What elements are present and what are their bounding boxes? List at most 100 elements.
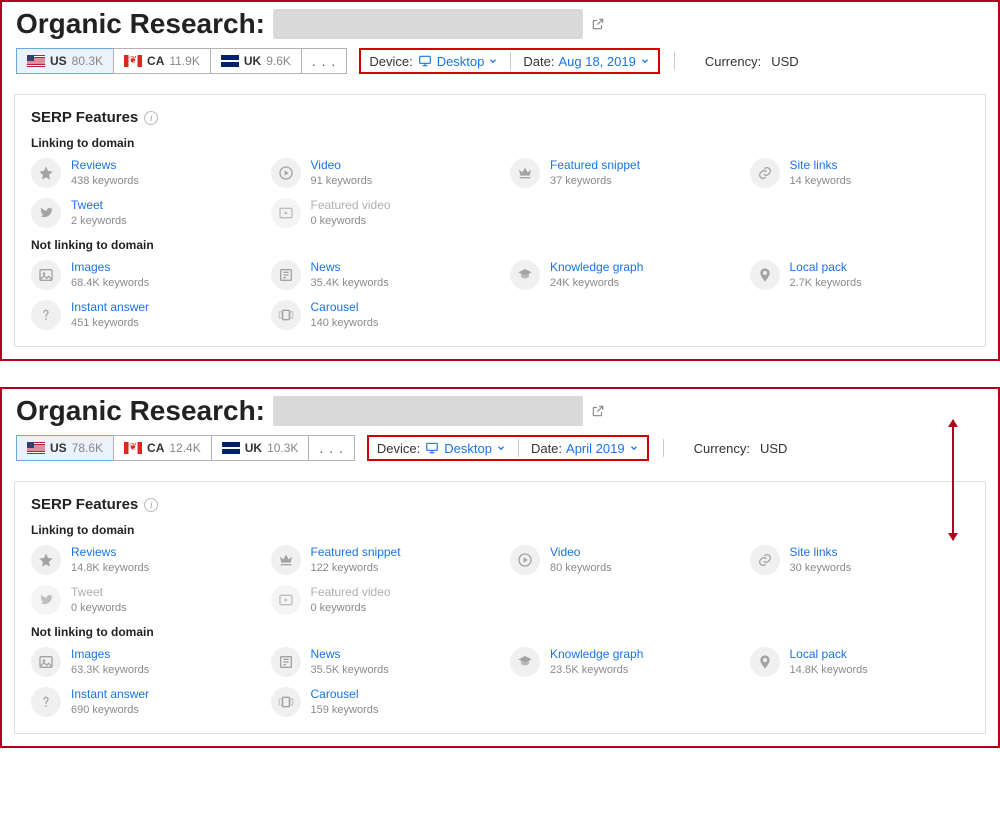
country-count: 11.9K <box>169 54 199 68</box>
news-icon <box>271 647 301 677</box>
date-selector[interactable]: Aug 18, 2019 <box>558 54 649 69</box>
feature-name: Featured video <box>311 198 391 214</box>
monitor-icon <box>424 441 440 455</box>
more-countries-button[interactable]: . . . <box>301 48 347 74</box>
feature-playbox[interactable]: Featured video 0 keywords <box>271 198 491 228</box>
feature-name: Images <box>71 647 149 663</box>
link-icon <box>750 545 780 575</box>
feature-play[interactable]: Video 80 keywords <box>510 545 730 575</box>
feature-name: Carousel <box>311 300 379 316</box>
device-label: Device: <box>369 54 412 69</box>
domain-input[interactable] <box>273 396 583 426</box>
play-icon <box>510 545 540 575</box>
feature-name: Knowledge graph <box>550 260 643 276</box>
feature-crown[interactable]: Featured snippet 122 keywords <box>271 545 491 575</box>
feature-twitter[interactable]: Tweet 2 keywords <box>31 198 251 228</box>
feature-name: Featured snippet <box>311 545 401 561</box>
grad-icon <box>510 647 540 677</box>
flag-ca-icon <box>124 442 142 454</box>
feature-sub: 0 keywords <box>311 214 391 228</box>
feature-news[interactable]: News 35.4K keywords <box>271 260 491 290</box>
feature-news[interactable]: News 35.5K keywords <box>271 647 491 677</box>
feature-sub: 451 keywords <box>71 316 149 330</box>
country-tab-ca[interactable]: CA 12.4K <box>113 435 212 461</box>
chevron-down-icon <box>640 56 650 66</box>
currency-value: USD <box>771 54 798 69</box>
pin-icon <box>750 260 780 290</box>
country-code: US <box>50 441 67 455</box>
feature-sub: 35.4K keywords <box>311 276 389 290</box>
info-icon[interactable]: i <box>144 111 158 125</box>
serp-features-title: SERP Features <box>31 109 138 126</box>
feature-pin[interactable]: Local pack 14.8K keywords <box>750 647 970 677</box>
feature-crown[interactable]: Featured snippet 37 keywords <box>510 158 730 188</box>
flag-uk-icon <box>221 55 239 67</box>
feature-name: Tweet <box>71 198 127 214</box>
serp-features-title: SERP Features <box>31 496 138 513</box>
feature-name: Knowledge graph <box>550 647 643 663</box>
country-tab-uk[interactable]: UK 10.3K <box>211 435 310 461</box>
twitter-icon <box>31 198 61 228</box>
feature-question[interactable]: Instant answer 451 keywords <box>31 300 251 330</box>
separator <box>518 439 519 457</box>
domain-input[interactable] <box>273 9 583 39</box>
country-count: 78.6K <box>72 441 103 455</box>
date-label: Date: <box>523 54 554 69</box>
country-count: 12.4K <box>169 441 200 455</box>
feature-carousel[interactable]: Carousel 159 keywords <box>271 687 491 717</box>
separator <box>663 439 664 457</box>
country-count: 80.3K <box>72 54 103 68</box>
feature-image[interactable]: Images 63.3K keywords <box>31 647 251 677</box>
playbox-icon <box>271 198 301 228</box>
feature-name: Video <box>550 545 612 561</box>
feature-carousel[interactable]: Carousel 140 keywords <box>271 300 491 330</box>
separator <box>674 52 675 70</box>
feature-link[interactable]: Site links 30 keywords <box>750 545 970 575</box>
currency-label: Currency: <box>694 441 750 456</box>
feature-grad[interactable]: Knowledge graph 24K keywords <box>510 260 730 290</box>
flag-ca-icon <box>124 55 142 67</box>
more-countries-button[interactable]: . . . <box>308 435 354 461</box>
serp-features-card: SERP Features i Linking to domain Review… <box>14 481 986 734</box>
info-icon[interactable]: i <box>144 498 158 512</box>
feature-twitter[interactable]: Tweet 0 keywords <box>31 585 251 615</box>
device-selector[interactable]: Desktop <box>424 441 506 456</box>
feature-name: News <box>311 260 389 276</box>
feature-question[interactable]: Instant answer 690 keywords <box>31 687 251 717</box>
feature-sub: 438 keywords <box>71 174 139 188</box>
feature-link[interactable]: Site links 14 keywords <box>750 158 970 188</box>
flag-uk-icon <box>222 442 240 454</box>
feature-sub: 159 keywords <box>311 703 379 717</box>
feature-play[interactable]: Video 91 keywords <box>271 158 491 188</box>
feature-sub: 14.8K keywords <box>790 663 868 677</box>
question-icon <box>31 300 61 330</box>
link-icon <box>750 158 780 188</box>
carousel-icon <box>271 300 301 330</box>
external-link-icon[interactable] <box>591 17 605 31</box>
feature-sub: 91 keywords <box>311 174 373 188</box>
feature-pin[interactable]: Local pack 2.7K keywords <box>750 260 970 290</box>
country-tab-ca[interactable]: CA 11.9K <box>113 48 211 74</box>
feature-grad[interactable]: Knowledge graph 23.5K keywords <box>510 647 730 677</box>
country-tab-uk[interactable]: UK 9.6K <box>210 48 302 74</box>
feature-name: Carousel <box>311 687 379 703</box>
date-selector[interactable]: April 2019 <box>566 441 639 456</box>
feature-star[interactable]: Reviews 438 keywords <box>31 158 251 188</box>
feature-sub: 2 keywords <box>71 214 127 228</box>
feature-sub: 63.3K keywords <box>71 663 149 677</box>
page-title: Organic Research: <box>16 395 265 427</box>
device-selector[interactable]: Desktop <box>417 54 499 69</box>
country-tab-us[interactable]: US 78.6K <box>16 435 114 461</box>
feature-sub: 23.5K keywords <box>550 663 643 677</box>
feature-playbox[interactable]: Featured video 0 keywords <box>271 585 491 615</box>
country-tab-us[interactable]: US 80.3K <box>16 48 114 74</box>
feature-star[interactable]: Reviews 14.8K keywords <box>31 545 251 575</box>
feature-sub: 68.4K keywords <box>71 276 149 290</box>
chevron-down-icon <box>488 56 498 66</box>
feature-sub: 690 keywords <box>71 703 149 717</box>
date-label: Date: <box>531 441 562 456</box>
feature-name: Reviews <box>71 545 149 561</box>
flag-us-icon <box>27 442 45 454</box>
feature-image[interactable]: Images 68.4K keywords <box>31 260 251 290</box>
external-link-icon[interactable] <box>591 404 605 418</box>
